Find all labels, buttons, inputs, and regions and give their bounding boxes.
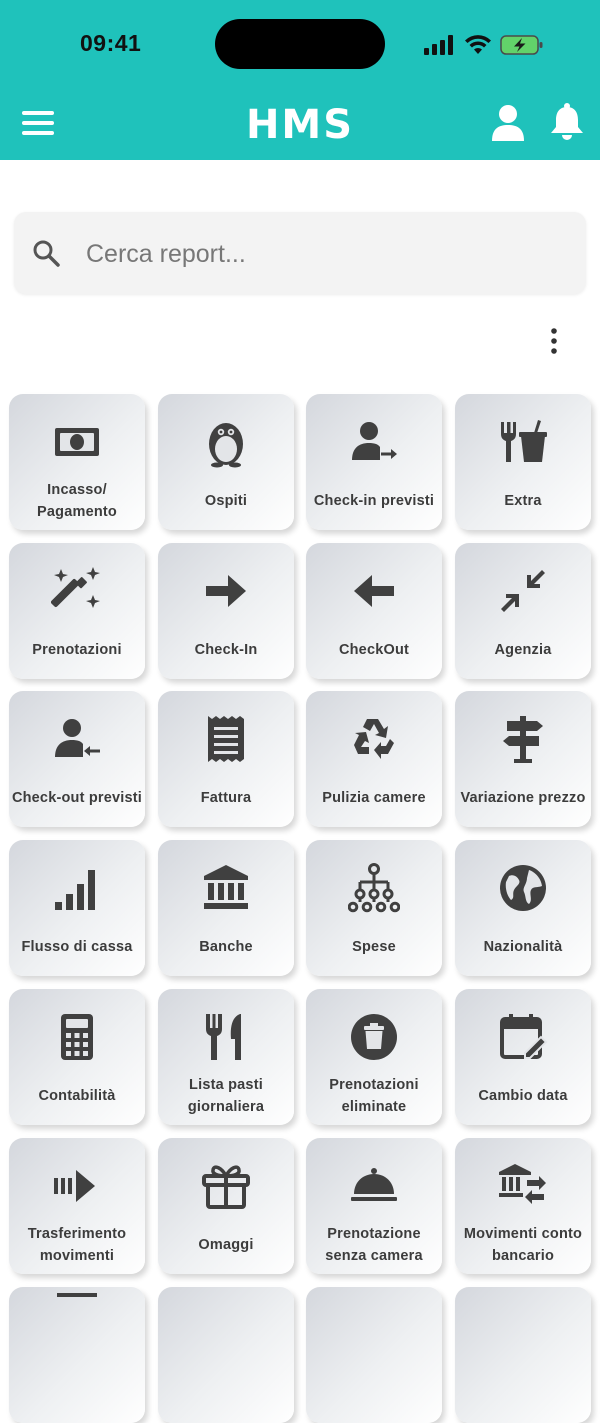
tile-omaggi[interactable]: Omaggi	[158, 1138, 294, 1274]
search-input[interactable]	[84, 230, 568, 278]
tile-label: Cambio data	[478, 1088, 568, 1104]
tile-agenzia[interactable]: Agenzia	[455, 543, 591, 679]
app-logo-text: HMS	[246, 102, 354, 144]
arrow-right-icon	[206, 575, 246, 607]
tile-label: Check-out previsti	[11, 790, 143, 806]
tile-label: Check-In	[194, 642, 258, 658]
magic-wand-icon	[51, 567, 100, 608]
penguin-icon	[209, 423, 243, 468]
tile-label: Prenotazione senza camera	[325, 1226, 423, 1264]
app-header: 09:41 HMS	[0, 0, 600, 160]
calculator-icon	[61, 1014, 93, 1060]
tile-check-in[interactable]: Check-In	[158, 543, 294, 679]
tile-nazionalita[interactable]: Nazionalità	[455, 840, 591, 976]
tile-label: Contabilità	[38, 1088, 116, 1104]
partial-icon-top	[57, 1293, 97, 1297]
dynamic-island	[215, 19, 385, 69]
tile-label: Ospiti	[204, 493, 248, 509]
tile-contabilita[interactable]: Contabilità	[9, 989, 145, 1125]
tile-lista-pasti[interactable]: Lista pasti giornaliera	[158, 989, 294, 1125]
user-arrow-right-icon	[352, 422, 397, 460]
tile-partial[interactable]	[306, 1287, 442, 1423]
tile-prenotazione-senza-camera[interactable]: Prenotazione senza camera	[306, 1138, 442, 1274]
utensils-drink-icon	[501, 420, 547, 462]
tile-cambio-data[interactable]: Cambio data	[455, 989, 591, 1125]
tile-label: Extra	[504, 493, 542, 509]
tile-label: Banche	[199, 939, 253, 955]
tile-label: Prenotazioni	[32, 642, 122, 658]
menu-button[interactable]	[20, 108, 56, 138]
tile-label: Omaggi	[198, 1237, 254, 1253]
status-icons	[424, 30, 544, 60]
tile-ospiti[interactable]: Ospiti	[158, 394, 294, 530]
tile-extra[interactable]: Extra	[455, 394, 591, 530]
app-logo: HMS	[244, 100, 356, 148]
tile-prenotazioni[interactable]: Prenotazioni	[9, 543, 145, 679]
notifications-button[interactable]	[548, 102, 586, 142]
tile-trasferimento-movimenti[interactable]: Trasferimento movimenti	[9, 1138, 145, 1274]
gift-icon	[202, 1165, 250, 1209]
tile-incasso-pagamento[interactable]: Incasso/ Pagamento	[9, 394, 145, 530]
tile-prenotazioni-eliminate[interactable]: Prenotazioni eliminate	[306, 989, 442, 1125]
tile-pulizia-camere[interactable]: Pulizia camere	[306, 691, 442, 827]
user-icon	[492, 105, 524, 141]
tile-label: Fattura	[200, 790, 252, 806]
signpost-icon	[503, 716, 543, 763]
tile-label: Flusso di cassa	[21, 939, 133, 955]
bank-icon	[204, 865, 248, 909]
bank-transfer-icon	[499, 1164, 546, 1204]
tile-label: Trasferimento movimenti	[27, 1226, 127, 1264]
tile-banche[interactable]: Banche	[158, 840, 294, 976]
user-arrow-left-icon	[55, 719, 100, 757]
org-chart-icon	[348, 863, 400, 913]
receipt-icon	[208, 716, 244, 762]
tile-check-in-previsti[interactable]: Check-in previsti	[306, 394, 442, 530]
search-bar[interactable]	[14, 212, 586, 294]
hamburger-menu-icon	[22, 111, 54, 135]
tile-label: Lista pasti giornaliera	[187, 1077, 265, 1115]
tile-check-out-previsti[interactable]: Check-out previsti	[9, 691, 145, 827]
tile-label: Incasso/ Pagamento	[37, 482, 117, 520]
tile-label: Movimenti conto bancario	[463, 1226, 583, 1264]
more-options-button[interactable]	[541, 326, 567, 356]
tile-label: Nazionalità	[483, 939, 563, 955]
tile-variazione-prezzo[interactable]: Variazione prezzo	[455, 691, 591, 827]
tile-fattura[interactable]: Fattura	[158, 691, 294, 827]
calendar-edit-icon	[500, 1014, 548, 1059]
tile-movimenti-conto-bancario[interactable]: Movimenti conto bancario	[455, 1138, 591, 1274]
cloche-icon	[351, 1168, 397, 1201]
globe-icon	[500, 865, 546, 911]
bell-icon	[551, 103, 583, 140]
tile-spese[interactable]: Spese	[306, 840, 442, 976]
tile-partial[interactable]	[9, 1287, 145, 1423]
tile-label: Agenzia	[494, 642, 552, 658]
more-vertical-icon	[551, 328, 557, 354]
signal-bars-icon	[55, 870, 95, 910]
cash-icon	[55, 428, 99, 456]
battery-icon	[500, 35, 543, 55]
cellular-signal-icon	[424, 35, 453, 55]
transfer-arrow-icon	[54, 1170, 95, 1202]
tile-flusso-di-cassa[interactable]: Flusso di cassa	[9, 840, 145, 976]
recycle-icon	[354, 719, 394, 759]
tile-label: Spese	[352, 939, 396, 955]
wifi-icon	[465, 35, 491, 54]
fork-knife-icon	[206, 1014, 241, 1060]
compress-icon	[501, 570, 545, 612]
tile-partial[interactable]	[455, 1287, 591, 1423]
profile-button[interactable]	[490, 104, 526, 142]
arrow-left-icon	[354, 575, 394, 607]
search-icon	[33, 240, 60, 267]
status-time: 09:41	[80, 30, 142, 56]
trash-circle-icon	[351, 1014, 397, 1060]
tile-label: Pulizia camere	[322, 790, 426, 806]
tile-label: Prenotazioni eliminate	[329, 1077, 419, 1115]
tile-label: Check-in previsti	[313, 493, 435, 509]
tile-label: Variazione prezzo	[460, 790, 586, 806]
tile-partial[interactable]	[158, 1287, 294, 1423]
tile-label: CheckOut	[338, 642, 410, 658]
report-grid: Incasso/ Pagamento Ospiti Check-in previ…	[9, 394, 593, 1423]
tile-checkout[interactable]: CheckOut	[306, 543, 442, 679]
